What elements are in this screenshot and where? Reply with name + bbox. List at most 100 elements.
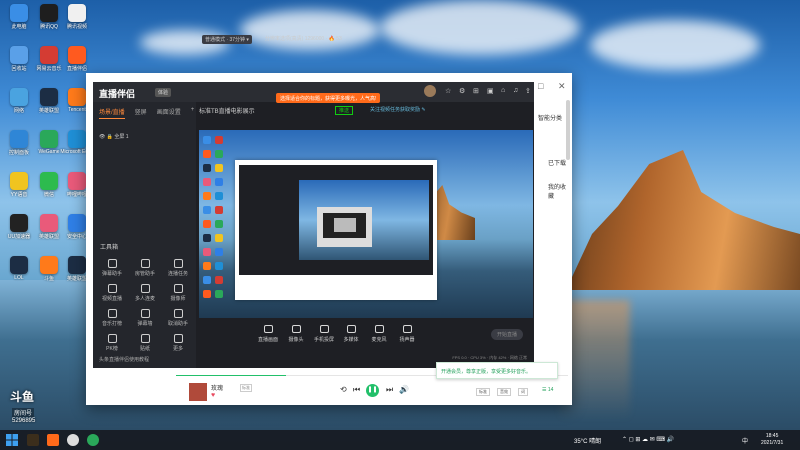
volume-icon[interactable]: 🔊 — [399, 385, 409, 394]
weather-label[interactable]: 35°C 晴朗 — [574, 436, 601, 445]
desktop-icon[interactable]: 直播伴侣 — [64, 46, 90, 72]
maximize-icon[interactable]: □ — [538, 81, 543, 91]
lyrics-button[interactable]: 词 — [518, 388, 528, 396]
desktop-icon[interactable]: 网络 — [6, 88, 32, 114]
next-icon[interactable]: ⏭ — [386, 385, 393, 395]
push-tag[interactable]: 推送 — [335, 106, 354, 115]
tool-item[interactable]: 弹幕助手 — [97, 259, 127, 277]
add-tab-button[interactable]: + — [191, 107, 195, 119]
tutorial-link[interactable]: 头条直播伴侣使用教程 — [99, 356, 149, 363]
desktop-icon-label: 此电脑 — [11, 24, 27, 30]
source-button[interactable]: 直播画面 — [253, 325, 283, 343]
tool-item[interactable]: 摄像师 — [163, 284, 193, 302]
tab-scene[interactable]: 场景/直播 — [99, 107, 125, 119]
scrollbar[interactable] — [566, 100, 570, 160]
share-icon[interactable]: ⇪ — [525, 87, 531, 95]
avatar[interactable] — [424, 85, 436, 97]
side-label[interactable]: 智能分类 — [538, 113, 562, 122]
source-icon — [291, 325, 301, 333]
heart-icon[interactable]: ♥ — [211, 392, 215, 399]
desktop-icon[interactable]: UU加速器 — [6, 214, 32, 240]
desktop-icon[interactable]: 控制面板 — [6, 130, 32, 156]
desktop-icon[interactable]: 斗鱼 — [36, 256, 62, 282]
ime-icon[interactable]: 中 — [742, 436, 748, 445]
taskbar-music-icon[interactable] — [87, 434, 99, 446]
preview-icon — [215, 192, 223, 200]
taskbar-live-icon[interactable] — [47, 434, 59, 446]
star-icon[interactable]: ☆ — [445, 87, 451, 95]
effect-button[interactable]: 音效 — [497, 388, 511, 396]
vip-toast[interactable]: 开通会员，尊享正版，享受更多好音乐。 — [436, 362, 558, 379]
desktop-icon[interactable]: 英雄联盟 — [36, 214, 62, 240]
desktop-icon[interactable]: WeGame — [36, 130, 62, 155]
tool-item[interactable]: 弹幕墙 — [130, 309, 160, 327]
pause-button[interactable]: ❚❚ — [366, 384, 379, 397]
desktop-icons: 此电脑 腾讯QQ 腾讯视频 回收站 网易云音乐 直播伴侣 网络 英雄联盟 Tencent 控制面板… — [2, 2, 94, 422]
source-button[interactable]: 麦克风 — [364, 325, 394, 343]
start-icon[interactable] — [6, 434, 18, 446]
tab-vertical[interactable]: 竖屏 — [135, 107, 147, 119]
clock[interactable]: 18:45 2021/7/31 — [761, 433, 783, 447]
side-label[interactable]: 已下载 — [548, 158, 566, 167]
source-button[interactable]: 手机投屏 — [309, 325, 339, 343]
desktop-icon[interactable]: 网易云音乐 — [36, 46, 62, 72]
nested-app — [239, 165, 433, 275]
grid-icon[interactable]: ⊞ — [473, 87, 479, 95]
preview-icon — [203, 290, 211, 298]
desktop-icon[interactable]: LOL — [6, 256, 32, 281]
desktop-icon[interactable]: 回收站 — [6, 46, 32, 72]
tool-item[interactable]: 连播任务 — [163, 259, 193, 277]
tool-item[interactable]: 贴纸 — [130, 334, 160, 352]
desktop-icon[interactable]: 英雄联盟 — [36, 88, 62, 114]
start-live-button[interactable]: 开始直播 — [491, 329, 524, 340]
preview-icon — [215, 178, 223, 186]
desktop-icon[interactable]: 此电脑 — [6, 4, 32, 30]
tray-icons[interactable]: ⌃ ◻ ⊞ ☁ ✉ ⌨ 🔊 — [622, 436, 674, 443]
app-logo: 直播伴侣 — [99, 89, 136, 99]
desktop-icon[interactable]: 腾讯视频 — [64, 4, 90, 30]
tool-label: 取消助手 — [167, 321, 188, 327]
tool-icon — [173, 309, 183, 318]
tool-item[interactable]: 多人连麦 — [130, 284, 160, 302]
side-label[interactable]: 我的收藏 — [548, 182, 570, 200]
tab-settings[interactable]: 画面设置 — [157, 107, 181, 119]
tool-icon — [173, 334, 183, 343]
desktop-icon[interactable]: YY语音 — [6, 172, 32, 198]
clock-date: 2021/7/31 — [761, 440, 784, 446]
app-icon — [10, 88, 28, 106]
tool-item[interactable]: PK榜 — [97, 334, 127, 352]
tool-item[interactable]: 取消助手 — [163, 309, 193, 327]
loop-icon[interactable]: ⟲ — [340, 385, 347, 394]
mode-select[interactable]: 普通模式 · 37分钟 ▾ — [202, 35, 252, 44]
stream-preview[interactable] — [199, 130, 533, 318]
taskbar-app-icon[interactable] — [27, 434, 39, 446]
home-icon[interactable]: ⌂ — [501, 87, 505, 94]
music-icon[interactable]: ♫ — [513, 87, 518, 94]
source-button[interactable]: 扬声器 — [392, 325, 422, 343]
clock-time: 18:45 — [765, 433, 779, 439]
resolution-info: 分辨率选项(高清) 1296000 · 🔥 53 — [265, 36, 342, 42]
desktop-icon[interactable]: 腾讯QQ — [36, 4, 62, 30]
taskbar-browser-icon[interactable] — [67, 434, 79, 446]
close-icon[interactable]: ✕ — [558, 81, 566, 92]
app-icon — [68, 256, 86, 274]
gear-icon[interactable]: ⚙ — [459, 87, 465, 95]
quality-button[interactable]: 标准 — [476, 388, 490, 396]
title-tip-banner[interactable]: 选择适合你的标题，获得更多曝光，人气高! — [276, 93, 381, 103]
source-button[interactable]: 多媒体 — [336, 325, 366, 343]
tool-item[interactable]: 音乐打榜 — [97, 309, 127, 327]
task-link[interactable]: 关注视频任务获取奖励 ✎ — [370, 106, 426, 113]
tool-item[interactable]: 视频直播 — [97, 284, 127, 302]
tool-item[interactable]: 更多 — [163, 334, 193, 352]
desktop-icon-label: 腾讯视频 — [66, 24, 87, 30]
song-title[interactable]: 玫瑰 — [211, 383, 223, 392]
desktop-icon[interactable]: 微信 — [36, 172, 62, 198]
cliff — [566, 150, 800, 290]
scene-item[interactable]: 👁 🔒 全屏 1 — [99, 133, 129, 140]
tool-item[interactable]: 房管助手 — [130, 259, 160, 277]
source-button[interactable]: 摄像头 — [281, 325, 311, 343]
window-icon[interactable]: ▣ — [487, 87, 494, 95]
album-cover[interactable] — [189, 383, 207, 401]
previous-icon[interactable]: ⏮ — [353, 385, 360, 395]
playlist-count[interactable]: ☰ 14 — [542, 387, 553, 393]
